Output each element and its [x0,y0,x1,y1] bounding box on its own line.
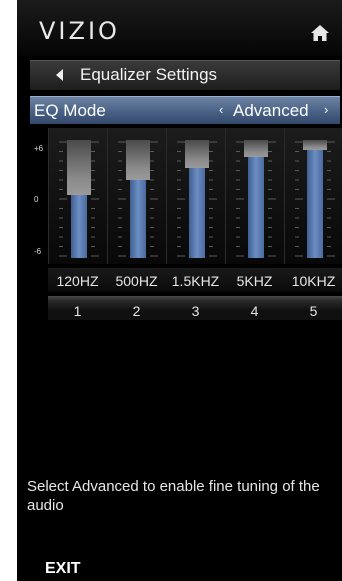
slider-track [244,140,268,258]
eq-mode-selector[interactable]: EQ Mode ‹ Advanced › [30,96,340,124]
band-frequency-label: 500HZ [107,268,166,292]
band-number-row: 1 2 3 4 5 [30,296,342,320]
slider-fill [130,178,146,258]
band-number-button[interactable]: 4 [225,296,284,320]
band-slider[interactable] [225,128,284,264]
home-icon[interactable] [310,24,330,42]
slider-knob[interactable] [244,140,268,157]
scale-top-label: +6 [34,144,44,153]
band-slider[interactable] [166,128,225,264]
chevron-right-icon[interactable]: › [324,102,328,117]
band-number-button[interactable]: 2 [107,296,166,320]
slider-knob[interactable] [303,140,327,150]
slider-track [126,140,150,258]
exit-button[interactable]: EXIT [45,560,81,578]
top-bar: VIZIO [17,0,342,56]
help-text: Select Advanced to enable fine tuning of… [27,478,320,514]
band-frequency-label: 10KHZ [284,268,342,292]
slider-fill [189,166,205,258]
page-title: Equalizer Settings [80,65,218,84]
band-number-button[interactable]: 5 [284,296,342,320]
band-number-button[interactable]: 3 [166,296,225,320]
band-frequency-label: 5KHZ [225,268,284,292]
eq-mode-label: EQ Mode [34,101,106,120]
chevron-left-icon[interactable]: ‹ [219,102,223,117]
slider-knob[interactable] [185,140,209,168]
slider-fill [307,148,323,258]
scale-bottom-label: -6 [34,247,42,256]
slider-knob[interactable] [126,140,150,180]
tv-menu-panel: VIZIO Equalizer Settings EQ Mode ‹ Advan… [17,0,342,581]
frequency-labels-row: 120HZ 500HZ 1.5KHZ 5KHZ 10KHZ [30,268,342,292]
slider-track [185,140,209,258]
band-slider[interactable] [107,128,166,264]
band-frequency-label: 1.5KHZ [166,268,225,292]
band-number-button[interactable]: 1 [48,296,107,320]
slider-knob[interactable] [67,140,91,195]
band-frequency-label: 120HZ [48,268,107,292]
band-slider[interactable] [48,128,107,264]
slider-track [303,140,327,258]
slider-fill [248,155,264,258]
band-slider[interactable] [284,128,342,264]
equalizer-graph: +6 0 -6 [30,126,342,266]
back-arrow-icon[interactable] [56,69,63,81]
eq-mode-value: Advanced [233,101,309,120]
slider-track [67,140,91,258]
title-bar[interactable]: Equalizer Settings [30,60,340,90]
vizio-logo: VIZIO [39,17,120,45]
scale-middle-label: 0 [34,195,39,204]
slider-fill [71,193,87,258]
